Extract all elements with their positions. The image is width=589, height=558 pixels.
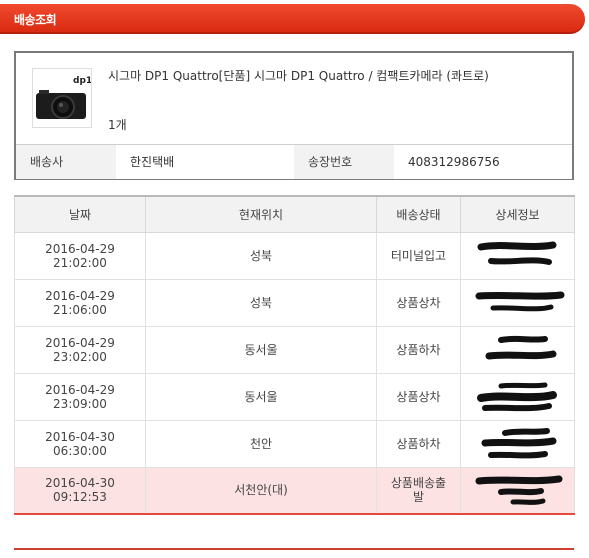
product-summary: dp1 시그마 DP1 Quattro[단품] 시그마 DP1 Quattro … [16, 53, 572, 144]
date-text: 2016-04-29 [45, 382, 115, 397]
date-cell: 2016-04-29 23:09:00 [14, 372, 146, 421]
date-text: 2016-04-29 [45, 288, 115, 303]
location-cell: 천안 [145, 419, 377, 468]
column-header-location: 현재위치 [145, 195, 377, 233]
table-row: 2016-04-30 06:30:00 천안 상품하차 [14, 419, 575, 468]
product-quantity: 1개 [108, 118, 127, 132]
footer-divider [14, 548, 574, 550]
tracking-table: 날짜 현재위치 배송상태 상세정보 2016-04-29 21:02:00 성북 … [14, 195, 575, 515]
redaction-mark [477, 241, 557, 265]
detail-cell-redacted [460, 466, 575, 515]
table-row-current: 2016-04-30 09:12:53 서천안(대) 상품배송출 발 [14, 466, 575, 515]
redaction-mark [481, 427, 557, 458]
status-cell: 상품하차 [376, 325, 461, 374]
detail-cell-redacted [460, 325, 575, 374]
date-cell: 2016-04-29 23:02:00 [14, 325, 146, 374]
location-cell: 동서울 [145, 372, 377, 421]
table-row: 2016-04-29 23:02:00 동서울 상품하차 [14, 325, 575, 374]
camera-image: dp1 [33, 69, 92, 127]
column-header-status: 배송상태 [376, 195, 461, 233]
date-cell: 2016-04-29 21:06:00 [14, 278, 146, 327]
status-text-continued: 발 [412, 490, 425, 505]
header-bar: 배송조회 [0, 4, 585, 34]
location-cell: 성북 [145, 278, 377, 327]
shipping-info-row: 배송사 한진택배 송장번호 408312986756 [16, 144, 572, 179]
status-cell: 상품하차 [376, 419, 461, 468]
time-text: 21:06:00 [53, 302, 107, 317]
date-cell: 2016-04-30 06:30:00 [14, 419, 146, 468]
carrier-label: 배송사 [16, 145, 116, 179]
table-row: 2016-04-29 21:02:00 성북 터미널입고 [14, 231, 575, 280]
page-title: 배송조회 [14, 13, 57, 27]
status-cell: 상품상차 [376, 278, 461, 327]
table-row: 2016-04-29 23:09:00 동서울 상품상차 [14, 372, 575, 421]
status-cell: 상품상차 [376, 372, 461, 421]
date-text: 2016-04-30 [45, 429, 115, 444]
date-text: 2016-04-29 [45, 241, 115, 256]
carrier-value: 한진택배 [116, 145, 294, 179]
redaction-mark [485, 335, 557, 359]
status-cell: 상품배송출 발 [376, 466, 461, 515]
status-cell: 터미널입고 [376, 231, 461, 280]
invoice-number[interactable]: 408312986756 [394, 145, 572, 179]
redaction-mark [475, 475, 563, 505]
product-thumbnail[interactable]: dp1 [32, 68, 92, 128]
date-text: 2016-04-29 [45, 335, 115, 350]
detail-cell-redacted [460, 372, 575, 421]
time-text: 21:02:00 [53, 255, 107, 270]
product-name[interactable]: 시그마 DP1 Quattro[단품] 시그마 DP1 Quattro / 컴팩… [108, 67, 489, 84]
detail-cell-redacted [460, 278, 575, 327]
column-header-date: 날짜 [14, 195, 146, 233]
date-text: 2016-04-30 [45, 476, 115, 491]
status-text: 상품배송출 [390, 476, 447, 491]
product-info-box: dp1 시그마 DP1 Quattro[단품] 시그마 DP1 Quattro … [14, 51, 574, 180]
date-cell: 2016-04-30 09:12:53 [14, 466, 146, 515]
time-text: 09:12:53 [53, 490, 107, 505]
location-cell: 서천안(대) [145, 466, 377, 515]
time-text: 06:30:00 [53, 443, 107, 458]
redaction-mark [477, 382, 557, 411]
thumb-brand-text: dp1 [73, 76, 92, 86]
table-row: 2016-04-29 21:06:00 성북 상품상차 [14, 278, 575, 327]
time-text: 23:09:00 [53, 396, 107, 411]
location-cell: 성북 [145, 231, 377, 280]
table-header-row: 날짜 현재위치 배송상태 상세정보 [14, 195, 575, 233]
detail-cell-redacted [460, 231, 575, 280]
invoice-label: 송장번호 [294, 145, 394, 179]
location-cell: 동서울 [145, 325, 377, 374]
date-cell: 2016-04-29 21:02:00 [14, 231, 146, 280]
detail-cell-redacted [460, 419, 575, 468]
time-text: 23:02:00 [53, 349, 107, 364]
redaction-mark [475, 291, 565, 311]
column-header-detail: 상세정보 [460, 195, 575, 233]
